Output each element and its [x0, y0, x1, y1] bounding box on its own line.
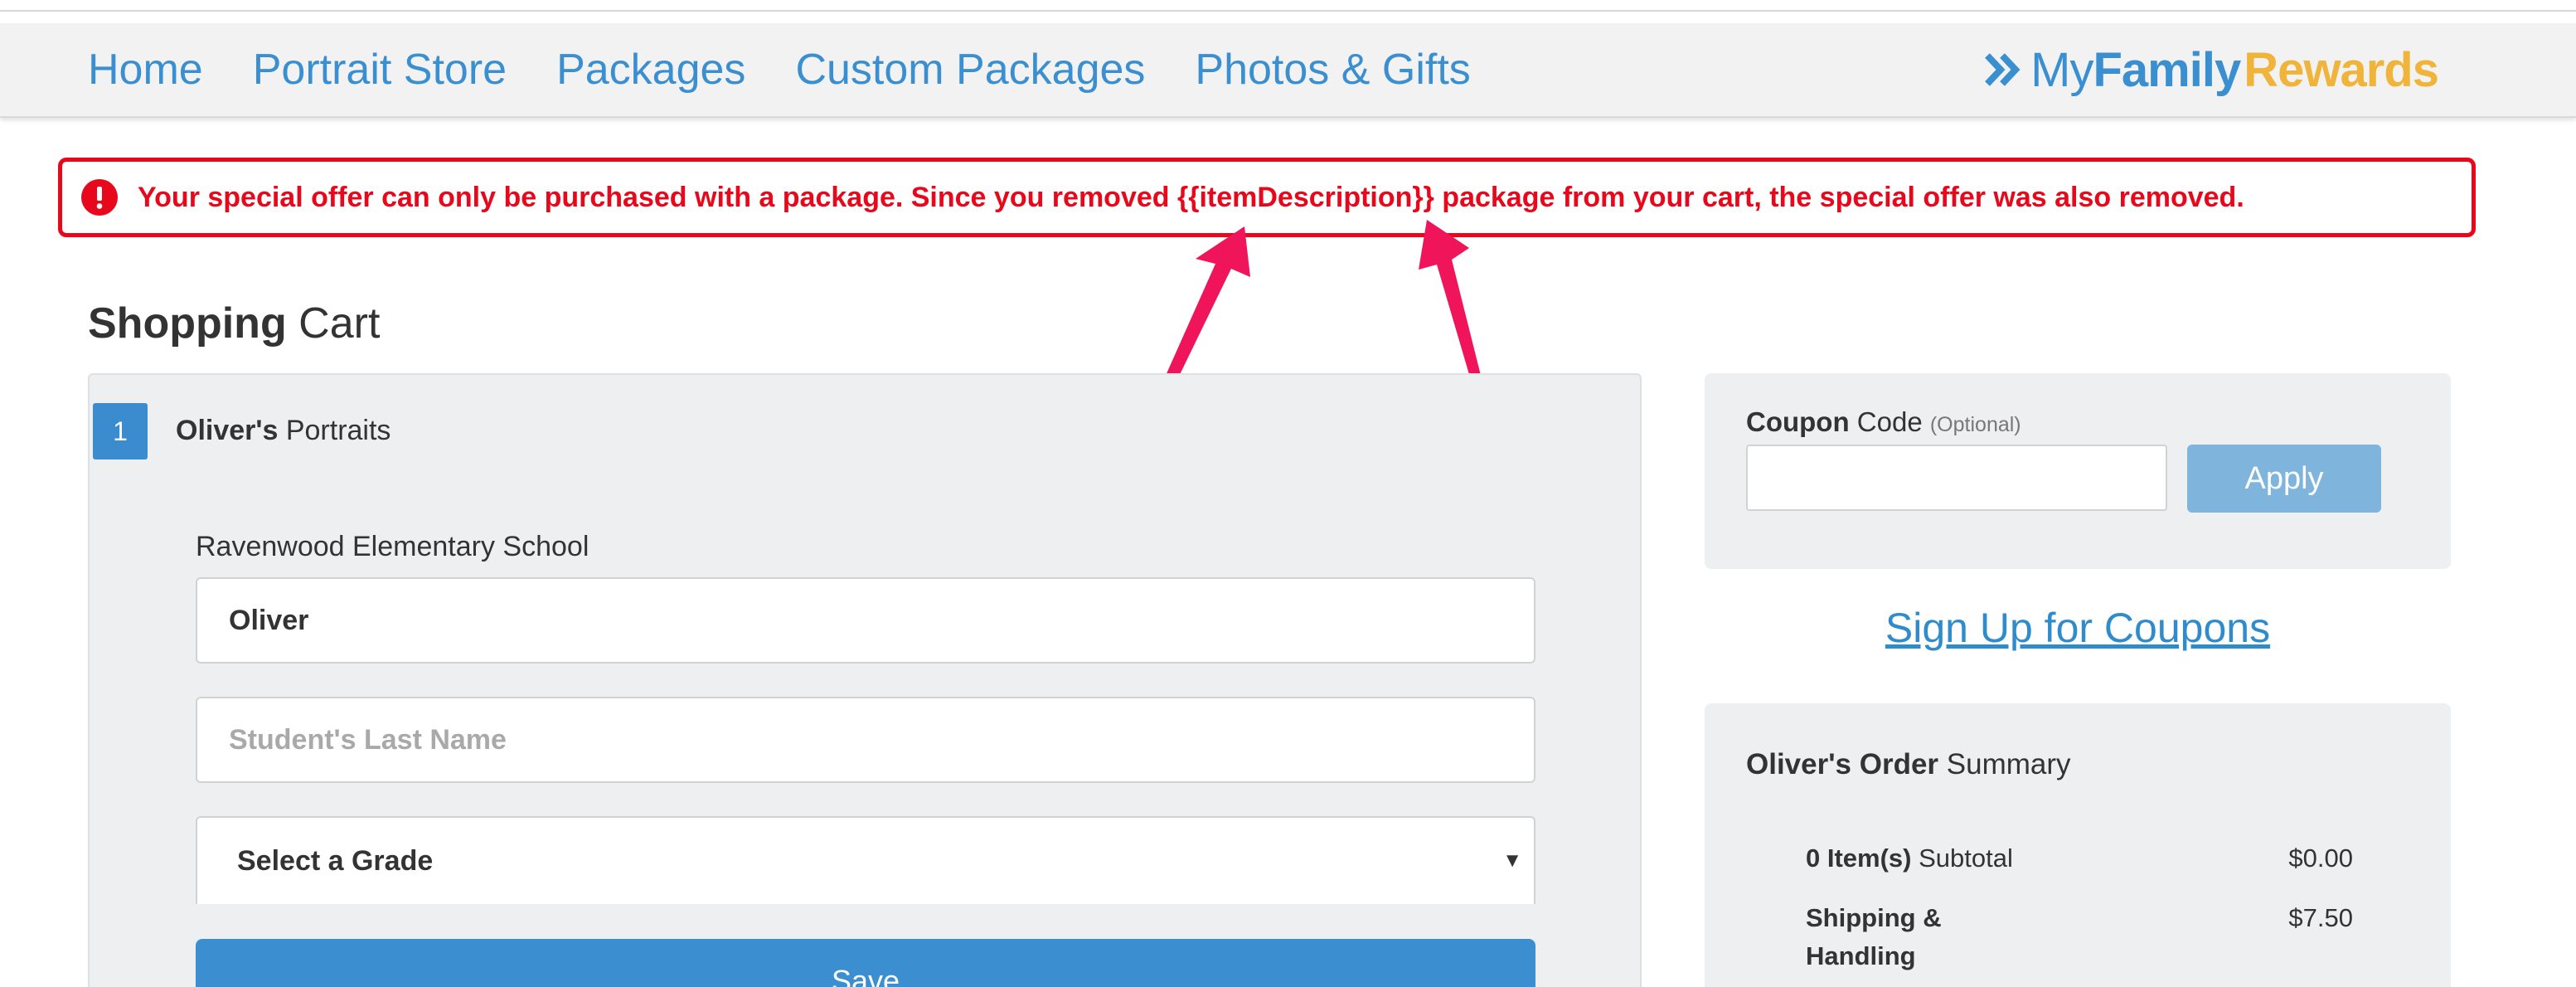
- grade-select[interactable]: Select a Grade ▼: [196, 816, 1535, 904]
- grade-select-label: Select a Grade: [237, 844, 434, 877]
- nav-portrait-store[interactable]: Portrait Store: [253, 45, 507, 95]
- double-chevron-right-icon: [1985, 53, 2021, 86]
- coupon-label-rest: Code: [1856, 406, 1923, 437]
- summary-title-rest: Summary: [1946, 748, 2071, 780]
- cart-panel: 1 Oliver's Portraits Ravenwood Elementar…: [88, 373, 1642, 987]
- brand-family: Family: [2093, 42, 2241, 97]
- coupon-label-bold: Coupon: [1746, 406, 1850, 437]
- myfamilyrewards-logo[interactable]: My Family Rewards: [1982, 23, 2439, 116]
- exclamation-circle-icon: [81, 179, 118, 216]
- cart-student-heading: Oliver's Portraits: [176, 415, 391, 447]
- shipping-value: $7.50: [2288, 903, 2353, 932]
- student-heading-rest: Portraits: [285, 415, 391, 446]
- page-title: Shopping Cart: [88, 299, 380, 348]
- error-alert: Your special offer can only be purchased…: [58, 158, 2476, 237]
- last-name-field[interactable]: Student's Last Name: [196, 697, 1535, 783]
- alert-message: Your special offer can only be purchased…: [138, 181, 2244, 213]
- save-button[interactable]: Save: [196, 939, 1535, 987]
- student-name-bold: Oliver's: [176, 415, 279, 446]
- nav-links: Home Portrait Store Packages Custom Pack…: [88, 23, 1471, 116]
- coupon-optional-note: (Optional): [1929, 413, 2021, 436]
- nav-custom-packages[interactable]: Custom Packages: [795, 45, 1145, 95]
- subtotal-value: $0.00: [2288, 844, 2353, 873]
- page-title-bold: Shopping: [88, 299, 287, 348]
- subtotal-label: 0 Item(s) Subtotal: [1806, 839, 2137, 878]
- summary-title-bold: Oliver's Order: [1746, 748, 1939, 780]
- coupon-code-input[interactable]: [1746, 445, 2167, 511]
- coupon-panel: Coupon Code (Optional) Apply: [1705, 373, 2451, 569]
- coupon-label: Coupon Code (Optional): [1746, 406, 2021, 438]
- subtotal-count: 0 Item(s): [1806, 844, 1912, 873]
- top-navbar: Home Portrait Store Packages Custom Pack…: [0, 23, 2576, 118]
- nav-home[interactable]: Home: [88, 45, 203, 95]
- step-badge: 1: [93, 403, 148, 459]
- shipping-label: Shipping & Handling: [1806, 903, 1942, 970]
- order-summary-title: Oliver's Order Summary: [1746, 748, 2071, 781]
- browser-top-strip: [0, 0, 2576, 12]
- nav-packages[interactable]: Packages: [556, 45, 745, 95]
- order-summary-panel: Oliver's Order Summary 0 Item(s) Subtota…: [1705, 703, 2451, 987]
- first-name-field[interactable]: Oliver: [196, 577, 1535, 664]
- school-label: Ravenwood Elementary School: [196, 531, 589, 562]
- page-title-rest: Cart: [298, 299, 381, 348]
- subtotal-text: Subtotal: [1919, 844, 2013, 873]
- caret-down-icon: ▼: [1502, 849, 1522, 872]
- brand-my: My: [2030, 42, 2093, 97]
- sign-up-for-coupons-link[interactable]: Sign Up for Coupons: [1705, 604, 2451, 652]
- brand-rewards: Rewards: [2244, 42, 2439, 97]
- apply-coupon-button[interactable]: Apply: [2187, 445, 2381, 513]
- nav-photos-gifts[interactable]: Photos & Gifts: [1195, 45, 1470, 95]
